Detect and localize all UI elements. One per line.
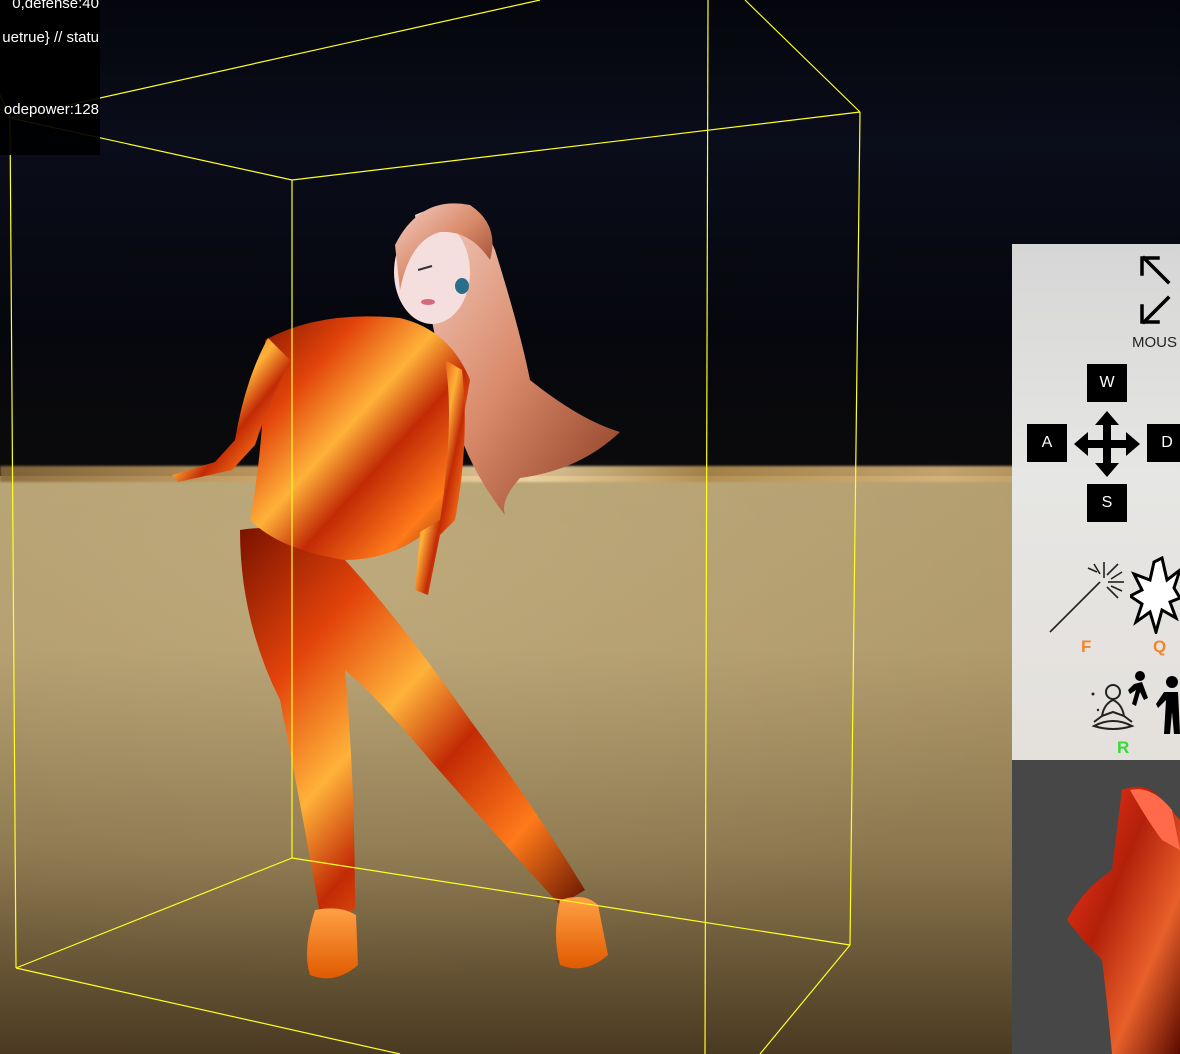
key-a[interactable]: A xyxy=(1027,424,1067,462)
key-w[interactable]: W xyxy=(1087,364,1127,402)
bounding-box-wireframe xyxy=(0,0,861,1054)
game-scene[interactable] xyxy=(0,0,1180,1054)
key-s[interactable]: S xyxy=(1087,484,1127,522)
character-preview xyxy=(1012,760,1180,1054)
explosion-icon xyxy=(1130,556,1180,634)
key-d[interactable]: D xyxy=(1147,424,1180,462)
skill-key-f: F xyxy=(1081,637,1092,656)
preview-character xyxy=(1067,786,1180,1054)
mouse-label: MOUS xyxy=(1132,334,1177,351)
dance-icon xyxy=(1128,671,1180,734)
debug-line-power: odepower:128 xyxy=(3,101,99,118)
skill-key-r: R xyxy=(1117,738,1130,757)
skill-key-q: Q xyxy=(1153,637,1167,656)
debug-stats-overlay: 0,defense:40 uetrue} // statu odepower:1… xyxy=(0,0,100,155)
sparkler-icon xyxy=(1049,562,1124,633)
debug-line-defense: 0,defense:40 xyxy=(12,0,99,12)
debug-line-status: uetrue} // statu xyxy=(2,29,99,46)
move-arrows-icon xyxy=(1074,411,1140,477)
mouse-resize-icon xyxy=(1140,255,1171,325)
controls-panel: MOUS W A D S F Q R xyxy=(1012,244,1180,760)
